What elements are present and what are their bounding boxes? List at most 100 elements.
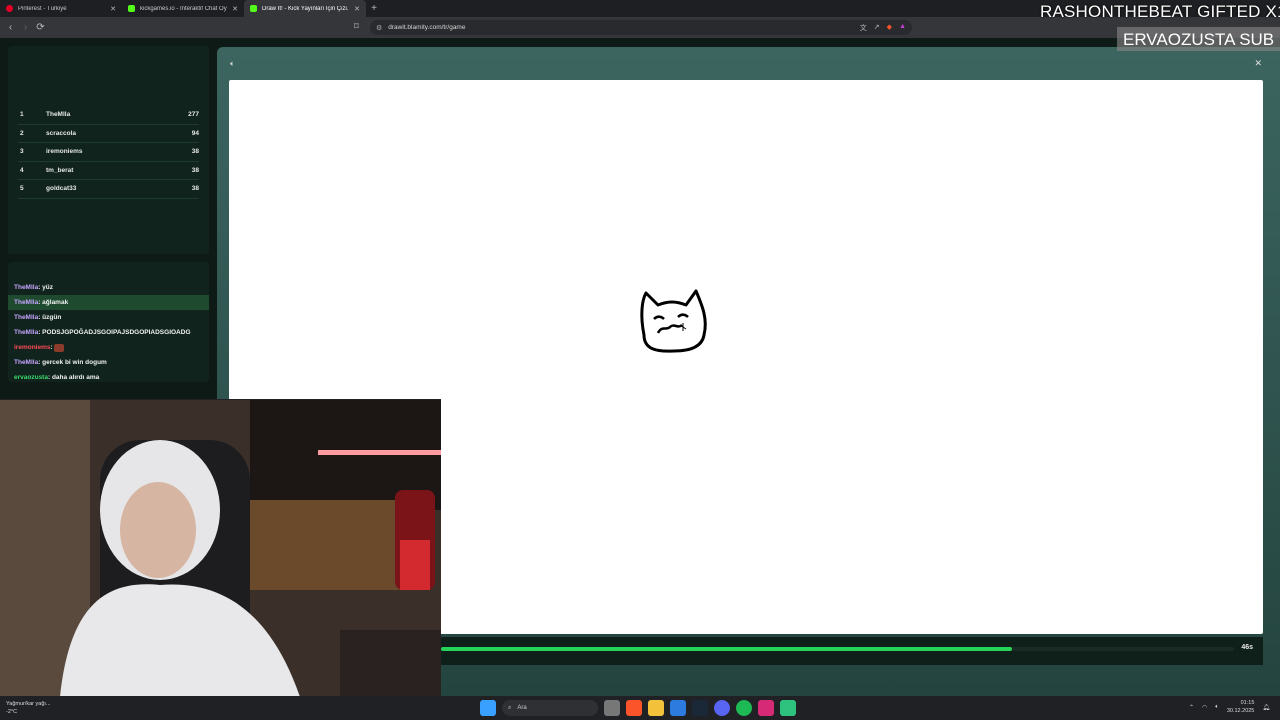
tab-pinterest[interactable]: Pinterest - Türkiye ✕	[0, 0, 122, 17]
tab-title: Pinterest - Türkiye	[18, 5, 67, 12]
timer-progress-fill	[441, 647, 1012, 651]
spotify-icon[interactable]	[736, 700, 752, 716]
pinterest-favicon-icon	[6, 5, 13, 12]
chat-text: : ağlamak	[38, 299, 69, 306]
brave-rewards-icon[interactable]: ▲	[899, 23, 906, 33]
tab-close-icon[interactable]: ✕	[354, 5, 360, 13]
chat-username[interactable]: iremoniems	[14, 344, 51, 351]
cat-doodle	[640, 289, 707, 353]
chat-message: ervaozusta: daha alırdı ama	[8, 370, 209, 382]
share-icon[interactable]: ↗	[874, 23, 880, 33]
chat-text: : üzgün	[38, 314, 62, 321]
address-bar[interactable]: ⚙ drawit.blamity.com/tr/game 文 ↗ ◆ ▲	[370, 20, 912, 35]
forward-arrow-icon[interactable]: ›	[18, 22, 33, 33]
mail-icon[interactable]	[670, 700, 686, 716]
leaderboard-rank: 1	[20, 111, 24, 119]
chat-message: TheMlla: ağlamak	[8, 295, 209, 310]
speaker-icon[interactable]: 🔈︎	[230, 59, 235, 69]
tab-close-icon[interactable]: ✕	[110, 5, 116, 13]
taskbar-clock[interactable]: 01:15 30.12.2025	[1227, 699, 1255, 715]
leaderboard-score: 38	[191, 148, 199, 156]
chat-message: TheMlla: gercek bi win dogum	[8, 355, 209, 370]
tab-close-icon[interactable]: ✕	[232, 5, 238, 13]
chevron-up-icon[interactable]: ⌃	[1189, 704, 1194, 711]
discord-icon[interactable]	[714, 700, 730, 716]
chat-message: TheMlla: üzgün	[8, 310, 209, 325]
bookmark-icon[interactable]: ⌑	[354, 21, 359, 32]
chat-username[interactable]: TheMlla	[14, 314, 38, 321]
brave-shield-icon[interactable]: ◆	[887, 23, 892, 33]
leaderboard-row: 1 TheMlla 277	[18, 106, 199, 125]
address-url: drawit.blamity.com/tr/game	[388, 24, 466, 31]
translate-icon[interactable]: 文	[860, 23, 867, 33]
webcam-overlay	[0, 399, 441, 696]
site-info-icon[interactable]: ⚙	[376, 24, 382, 32]
emote-icon	[53, 343, 64, 352]
chat-message: TheMlla: PODSJGPOĞADJSGOIPAJSDGOPIADSGIO…	[8, 325, 209, 340]
clock-time: 01:15	[1240, 700, 1255, 706]
chat-message: TheMlla: yüz	[8, 280, 209, 295]
leaderboard-name: goldcat33	[46, 185, 77, 193]
leaderboard-score: 94	[191, 129, 199, 137]
search-placeholder: Ara	[517, 705, 527, 711]
leaderboard-name: TheMlla	[46, 111, 71, 119]
chat-text: : gercek bi win dogum	[38, 359, 107, 366]
chat-message: iremoniems:	[8, 340, 209, 355]
reload-icon[interactable]: ⟳	[33, 22, 48, 33]
search-icon: ⌕	[508, 704, 512, 711]
file-explorer-icon[interactable]	[648, 700, 664, 716]
alert-overlay-text: RASHONTHEBEAT GIFTED X1	[1040, 2, 1280, 21]
system-tray: ⌃ ◠ 🔈︎ 01:15 30.12.2025 🔔︎	[1189, 699, 1270, 715]
chat-text: : PODSJGPOĞADJSGOIPAJSDGOPIADSGIOADG	[38, 329, 191, 336]
taskbar-search[interactable]: ⌕ Ara	[502, 700, 598, 716]
weather-temp: -2°C	[6, 709, 18, 715]
webcam-image	[0, 400, 441, 696]
chat-username[interactable]: TheMlla	[14, 299, 38, 306]
tab-title: Draw It! - Kick Yayınları İçin Çizi...	[262, 5, 350, 12]
chat-text: : yüz	[38, 284, 54, 291]
chat-panel: TheMlla: yüz TheMlla: ağlamak TheMlla: üzg…	[8, 262, 209, 382]
volume-icon[interactable]: 🔈︎	[1215, 704, 1219, 711]
obs-icon[interactable]	[780, 700, 796, 716]
windows-start-icon[interactable]	[480, 700, 496, 716]
network-icon[interactable]: ◠	[1202, 704, 1207, 711]
leaderboard-name: scraccola	[46, 129, 76, 137]
kick-favicon-icon	[128, 5, 135, 12]
drawit-favicon-icon	[250, 5, 257, 12]
instagram-icon[interactable]	[758, 700, 774, 716]
chat-username[interactable]: TheMlla	[14, 329, 38, 336]
leaderboard-score: 38	[191, 166, 199, 174]
tab-drawit[interactable]: Draw It! - Kick Yayınları İçin Çizi... ✕	[244, 0, 366, 17]
leaderboard-score: 38	[191, 185, 199, 193]
leaderboard-name: tm_berat	[46, 166, 74, 174]
leaderboard-rank: 2	[20, 129, 24, 137]
leaderboard-rank: 3	[20, 148, 24, 156]
chat-text: : daha alırdı ama	[47, 374, 100, 381]
timer-label: 46s	[1241, 644, 1253, 651]
weather-widget[interactable]: Yağmur/kar yağı... -2°C	[6, 700, 51, 716]
leaderboard-row: 5 goldcat33 38	[18, 180, 199, 199]
weather-text: Yağmur/kar yağı...	[6, 701, 51, 707]
leaderboard-name: iremoniems	[46, 148, 83, 156]
leaderboard-row: 4 tm_berat 38	[18, 162, 199, 180]
chat-username[interactable]: TheMlla	[14, 284, 38, 291]
tab-title: kickgames.io - İnteraktif Chat Oyunl...	[140, 5, 227, 12]
steam-icon[interactable]	[692, 700, 708, 716]
task-view-icon[interactable]	[604, 700, 620, 716]
notification-icon[interactable]: 🔔︎	[1262, 704, 1270, 711]
new-tab-icon[interactable]: +	[366, 3, 382, 14]
windows-taskbar: Yağmur/kar yağı... -2°C ⌕ Ara ⌃ ◠ 🔈︎ 01:	[0, 696, 1280, 720]
chat-text: :	[50, 344, 53, 351]
chat-username[interactable]: TheMlla	[14, 359, 38, 366]
close-icon[interactable]: ✕	[1254, 58, 1262, 69]
back-arrow-icon[interactable]: ‹	[3, 22, 18, 33]
sub-overlay-text: ERVAOZUSTA SUB	[1117, 27, 1280, 51]
leaderboard-score: 277	[188, 111, 199, 119]
chat-username[interactable]: ervaozusta	[14, 374, 48, 381]
timer-track	[441, 647, 1234, 651]
brave-icon[interactable]	[626, 700, 642, 716]
tab-kickgames[interactable]: kickgames.io - İnteraktif Chat Oyunl... …	[122, 0, 244, 17]
leaderboard-rank: 5	[20, 185, 24, 193]
leaderboard-row: 3 iremoniems 38	[18, 143, 199, 162]
clock-date: 30.12.2025	[1226, 708, 1255, 714]
